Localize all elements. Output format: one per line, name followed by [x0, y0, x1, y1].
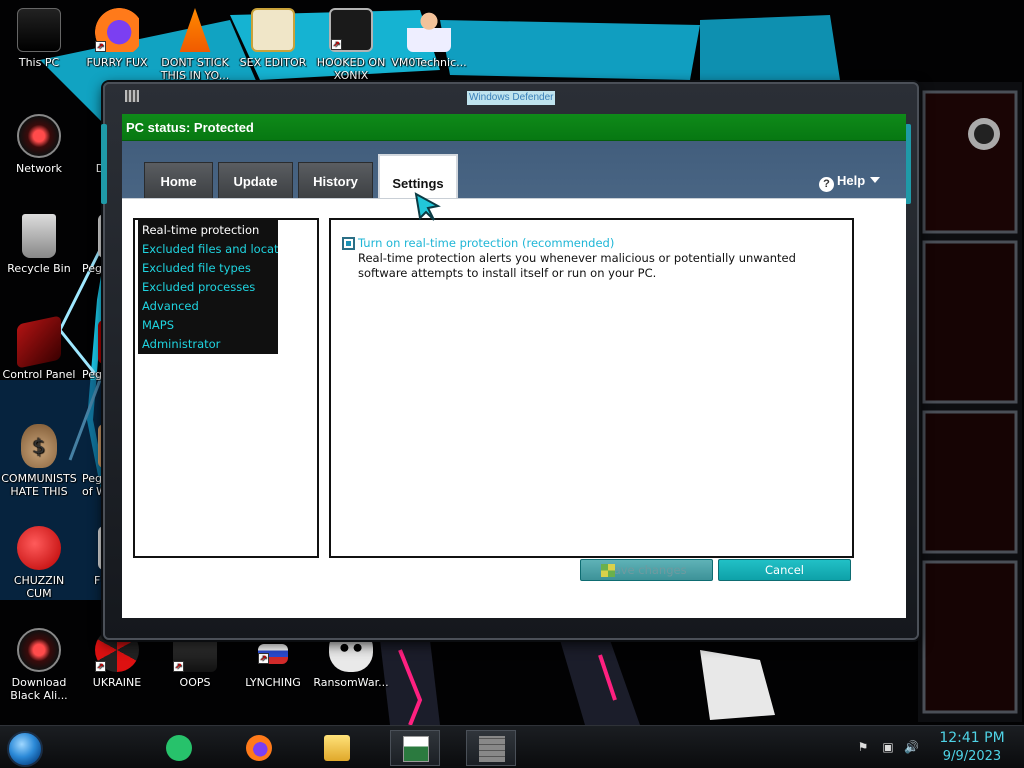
realtime-protection-description: Real-time protection alerts you whenever…: [358, 251, 796, 280]
decor-graphic: [918, 82, 1022, 722]
defender-window-icon: [125, 90, 139, 102]
nav-item-excluded-file-types[interactable]: Excluded file types: [138, 259, 278, 278]
taskbar-app-firefox[interactable]: [234, 730, 284, 766]
volume-icon[interactable]: 🔊: [904, 740, 919, 754]
computer-icon: [17, 8, 61, 52]
settings-content: Real-time protection Excluded files and …: [122, 198, 906, 618]
money-bag-icon: $: [21, 424, 57, 468]
control-panel-icon: [17, 315, 61, 369]
pc-status-bar: PC status: Protected: [122, 114, 906, 141]
taskbar: ⚑ ▣ 🔊 12:41 PM 9/9/2023: [0, 725, 1024, 768]
chevron-down-icon: [870, 177, 881, 183]
taskbar-app-explorer[interactable]: [312, 730, 362, 766]
desktop-icon-dont-stick[interactable]: DONT STICK THIS IN YO...: [156, 8, 234, 82]
doctor-icon: [407, 8, 451, 52]
help-label: Help: [837, 173, 866, 188]
defender-client-area: PC status: Protected Home Update History…: [122, 114, 906, 618]
window-title: Windows Defender: [467, 91, 556, 105]
desktop-icon-communists[interactable]: $ COMMUNISTS HATE THIS G...: [0, 424, 78, 498]
network-icon: [17, 628, 61, 672]
action-center-icon[interactable]: ⚑: [856, 740, 870, 754]
tab-history[interactable]: History: [298, 162, 373, 198]
mouse-cursor-icon: [414, 192, 441, 221]
help-icon: ?: [819, 177, 834, 192]
defender-window[interactable]: Windows Defender PC status: Protected Ho…: [101, 82, 919, 640]
nav-item-administrator[interactable]: Administrator: [138, 335, 278, 354]
taskbar-clock[interactable]: 12:41 PM 9/9/2023: [928, 728, 1016, 766]
uac-shield-icon: [601, 564, 615, 577]
network-icon: [17, 114, 61, 158]
nav-item-maps[interactable]: MAPS: [138, 316, 278, 335]
nav-item-advanced[interactable]: Advanced: [138, 297, 278, 316]
hxd-icon: [251, 8, 295, 52]
defender-app-icon: [403, 736, 429, 762]
chuzzle-icon: [17, 526, 61, 570]
desktop-icon-download-black-ali[interactable]: Download Black Ali...: [0, 628, 78, 702]
right-decor-panel: [914, 82, 1024, 722]
frame-accent-left: [101, 124, 107, 204]
title-bar[interactable]: Windows Defender: [105, 84, 917, 112]
start-button[interactable]: [7, 731, 43, 767]
desktop-icon-vm0technic[interactable]: VM0Technic...: [390, 8, 468, 69]
desktop-icon-sex-editor[interactable]: SEX EDITOR: [234, 8, 312, 69]
desktop-icon-chuzzin-cum[interactable]: CHUZZIN CUM: [0, 526, 78, 600]
tab-home[interactable]: Home: [144, 162, 213, 198]
xonix-icon: ↗: [329, 8, 373, 52]
cancel-button[interactable]: Cancel: [718, 559, 851, 581]
save-changes-button[interactable]: Save changes: [580, 559, 713, 581]
realtime-protection-label[interactable]: Turn on real-time protection (recommende…: [358, 236, 614, 251]
taskbar-app-chat[interactable]: [154, 730, 204, 766]
desktop-icon-furry-fux[interactable]: ↗ FURRY FUX: [78, 8, 156, 69]
nav-item-excluded-processes[interactable]: Excluded processes: [138, 278, 278, 297]
realtime-protection-panel: Turn on real-time protection (recommende…: [329, 218, 854, 558]
chat-icon: [166, 735, 192, 761]
desktop-icon-recycle-bin[interactable]: Recycle Bin: [0, 214, 78, 275]
tab-update-label: Update: [233, 174, 278, 189]
brick-app-icon: [479, 736, 505, 762]
tab-update[interactable]: Update: [218, 162, 293, 198]
settings-nav-panel: Real-time protection Excluded files and …: [133, 218, 319, 558]
folder-icon: [324, 735, 350, 761]
settings-nav-list: Real-time protection Excluded files and …: [138, 220, 278, 354]
nav-item-excluded-files[interactable]: Excluded files and locat...: [138, 240, 278, 259]
firefox-icon: ↗: [95, 8, 139, 52]
nav-item-real-time-protection[interactable]: Real-time protection: [138, 221, 278, 240]
firefox-icon: [246, 735, 272, 761]
pc-status-text: PC status: Protected: [126, 120, 254, 135]
tab-home-label: Home: [160, 174, 197, 189]
cancel-label: Cancel: [765, 563, 804, 577]
realtime-protection-checkbox[interactable]: [342, 237, 355, 250]
taskbar-app-brick[interactable]: [466, 730, 516, 766]
clock-time: 12:41 PM: [939, 730, 1005, 746]
desktop-icon-control-panel[interactable]: Control Panel: [0, 315, 78, 381]
flag-icon: ↗: [258, 644, 288, 664]
desktop-icon-hooked-on-xonix[interactable]: ↗ HOOKED ON XONIX: [312, 8, 390, 82]
vlc-icon: [179, 8, 211, 52]
recycle-bin-icon: [22, 214, 56, 258]
save-changes-label: Save changes: [606, 563, 687, 577]
tab-history-label: History: [313, 174, 358, 189]
help-menu[interactable]: ? Help: [819, 172, 881, 192]
desktop-icon-this-pc[interactable]: This PC: [0, 8, 78, 69]
network-status-icon[interactable]: ▣: [881, 740, 895, 754]
taskbar-app-defender[interactable]: [390, 730, 440, 766]
clock-date: 9/9/2023: [942, 749, 1002, 764]
tab-settings-label: Settings: [392, 176, 444, 191]
